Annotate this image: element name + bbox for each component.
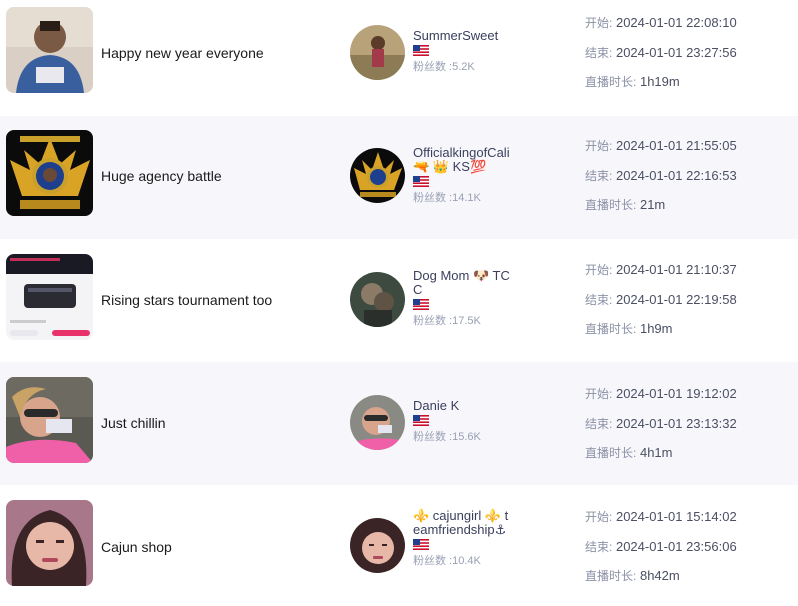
- duration: 4h1m: [639, 445, 673, 460]
- stream-thumbnail[interactable]: [6, 254, 93, 340]
- avatar[interactable]: [350, 272, 405, 327]
- streamer-info: Dog Mom 🐶 TCC 粉丝数 :17.5K: [413, 269, 513, 328]
- streamer-info: SummerSweet 粉丝数 :5.2K: [413, 29, 513, 74]
- start-time: 2024-01-01 21:55:05: [615, 138, 737, 153]
- avatar[interactable]: [350, 148, 405, 203]
- start-label: 开始:: [585, 510, 613, 524]
- duration: 8h42m: [639, 568, 680, 583]
- stream-title[interactable]: Huge agency battle: [101, 168, 222, 184]
- end-time: 2024-01-01 22:19:58: [615, 291, 737, 307]
- avatar[interactable]: [350, 395, 405, 450]
- stream-thumbnail[interactable]: [6, 130, 93, 216]
- stream-times: 开始: 2024-01-01 22:08:10 结束: 2024-01-01 2…: [585, 13, 737, 102]
- duration: 21m: [639, 197, 666, 212]
- stream-list: Happy new year everyone SummerSweet 粉丝数 …: [0, 0, 798, 606]
- duration-label: 直播时长:: [585, 322, 637, 336]
- streamer-name[interactable]: OfficialkingofCali🔫 👑 KS💯: [413, 146, 513, 174]
- streamer-name[interactable]: ⚜️ cajungirl ⚜️ teamfriendship⚓: [413, 509, 513, 537]
- start-time: 2024-01-01 22:08:10: [615, 15, 737, 30]
- stream-thumbnail[interactable]: [6, 377, 93, 463]
- us-flag-icon: [413, 45, 429, 56]
- stream-row[interactable]: Huge agency battle OfficialkingofCali🔫 👑…: [0, 116, 798, 239]
- streamer-info: OfficialkingofCali🔫 👑 KS💯 粉丝数 :14.1K: [413, 146, 513, 205]
- fans-count: 粉丝数 :15.6K: [413, 431, 481, 443]
- duration-label: 直播时长:: [585, 75, 637, 89]
- fans-count: 粉丝数 :10.4K: [413, 555, 481, 567]
- stream-thumbnail[interactable]: [6, 500, 93, 586]
- start-label: 开始:: [585, 387, 613, 401]
- us-flag-icon: [413, 176, 429, 187]
- streamer-name[interactable]: SummerSweet: [413, 29, 513, 43]
- start-time: 2024-01-01 15:14:02: [615, 509, 737, 524]
- fans-count: 粉丝数 :17.5K: [413, 315, 481, 327]
- stream-title[interactable]: Rising stars tournament too: [101, 292, 272, 308]
- avatar[interactable]: [350, 25, 405, 80]
- end-time: 2024-01-01 22:16:53: [615, 167, 737, 183]
- stream-times: 开始: 2024-01-01 21:55:05 结束: 2024-01-01 2…: [585, 136, 737, 225]
- stream-thumbnail[interactable]: [6, 7, 93, 93]
- streamer-info: Danie K 粉丝数 :15.6K: [413, 399, 513, 444]
- end-label: 结束:: [585, 45, 613, 60]
- start-label: 开始:: [585, 16, 613, 30]
- streamer-info: ⚜️ cajungirl ⚜️ teamfriendship⚓ 粉丝数 :10.…: [413, 509, 513, 568]
- duration: 1h19m: [639, 74, 680, 89]
- end-label: 结束:: [585, 416, 613, 431]
- end-time: 2024-01-01 23:27:56: [615, 44, 737, 60]
- end-label: 结束:: [585, 168, 613, 183]
- start-time: 2024-01-01 21:10:37: [615, 262, 737, 277]
- stream-row[interactable]: Happy new year everyone SummerSweet 粉丝数 …: [0, 0, 798, 123]
- avatar[interactable]: [350, 518, 405, 573]
- us-flag-icon: [413, 415, 429, 426]
- stream-row[interactable]: Cajun shop ⚜️ cajungirl ⚜️ teamfriendshi…: [0, 485, 798, 606]
- end-label: 结束:: [585, 292, 613, 307]
- start-label: 开始:: [585, 263, 613, 277]
- duration-label: 直播时长:: [585, 569, 637, 583]
- streamer-name[interactable]: Dog Mom 🐶 TCC: [413, 269, 513, 297]
- stream-times: 开始: 2024-01-01 21:10:37 结束: 2024-01-01 2…: [585, 260, 737, 349]
- stream-row[interactable]: Rising stars tournament too Dog Mom 🐶 TC…: [0, 239, 798, 362]
- duration-label: 直播时长:: [585, 198, 637, 212]
- stream-title[interactable]: Just chillin: [101, 415, 166, 431]
- fans-count: 粉丝数 :5.2K: [413, 61, 475, 73]
- stream-title[interactable]: Cajun shop: [101, 539, 172, 555]
- duration: 1h9m: [639, 321, 673, 336]
- end-label: 结束:: [585, 539, 613, 554]
- end-time: 2024-01-01 23:56:06: [615, 538, 737, 554]
- start-time: 2024-01-01 19:12:02: [615, 386, 737, 401]
- streamer-name[interactable]: Danie K: [413, 399, 513, 413]
- fans-count: 粉丝数 :14.1K: [413, 192, 481, 204]
- start-label: 开始:: [585, 139, 613, 153]
- end-time: 2024-01-01 23:13:32: [615, 415, 737, 431]
- stream-row[interactable]: Just chillin Danie K 粉丝数 :15.6K 开始: 2024…: [0, 362, 798, 485]
- duration-label: 直播时长:: [585, 446, 637, 460]
- us-flag-icon: [413, 539, 429, 550]
- stream-title[interactable]: Happy new year everyone: [101, 45, 264, 61]
- stream-times: 开始: 2024-01-01 19:12:02 结束: 2024-01-01 2…: [585, 384, 737, 473]
- stream-times: 开始: 2024-01-01 15:14:02 结束: 2024-01-01 2…: [585, 507, 737, 596]
- us-flag-icon: [413, 299, 429, 310]
